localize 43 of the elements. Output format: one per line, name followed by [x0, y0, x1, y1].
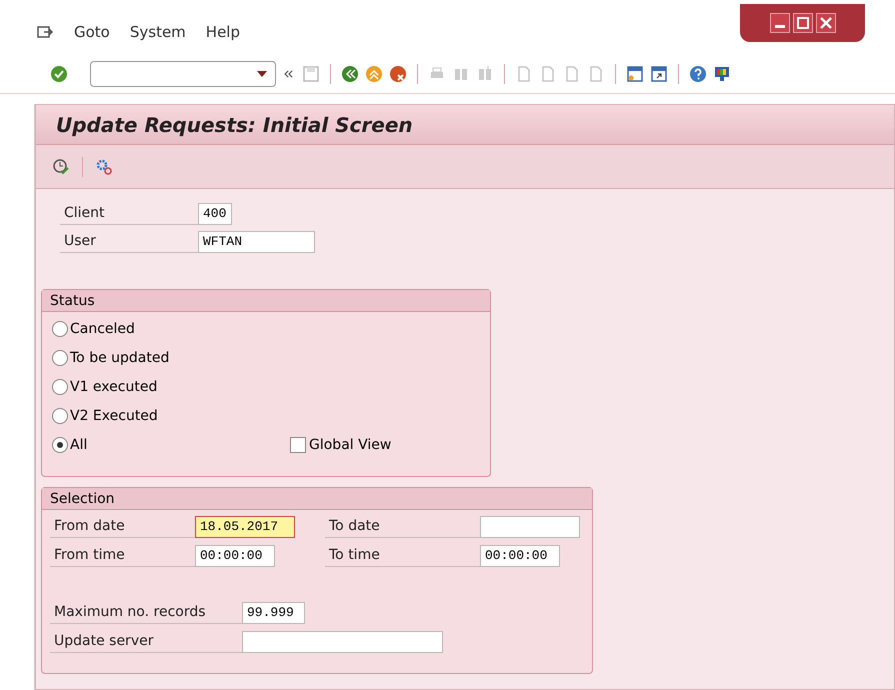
- checkbox-label: Global View: [309, 436, 392, 454]
- menu-item[interactable]: System: [130, 20, 186, 44]
- radio-button[interactable]: [52, 350, 68, 366]
- menu-item[interactable]: Goto: [74, 20, 110, 44]
- radio-label: All: [70, 436, 88, 454]
- minimize-icon[interactable]: [770, 13, 790, 33]
- radio-label: V1 executed: [70, 378, 158, 396]
- input-field[interactable]: 00:00:00: [480, 545, 560, 567]
- input-field[interactable]: [480, 516, 580, 538]
- help-icon[interactable]: [689, 64, 707, 82]
- shortcut-icon[interactable]: [650, 64, 668, 82]
- back-icon[interactable]: [341, 64, 359, 82]
- close-icon[interactable]: [816, 13, 836, 33]
- group-title: Status: [42, 290, 490, 312]
- radio-button[interactable]: [52, 408, 68, 424]
- monitor-icon[interactable]: [713, 64, 731, 82]
- field-label: Update server: [50, 629, 242, 653]
- menu-item[interactable]: Help: [206, 20, 240, 44]
- screen-title: Update Requests: Initial Screen: [56, 112, 413, 138]
- input-field[interactable]: 400: [198, 203, 232, 225]
- input-field[interactable]: 99.999: [242, 602, 305, 624]
- checkbox[interactable]: [290, 437, 306, 453]
- radio-button[interactable]: [52, 321, 68, 337]
- command-field[interactable]: [90, 60, 276, 86]
- field-label: Maximum no. records: [50, 600, 242, 624]
- input-field[interactable]: 18.05.2017: [195, 516, 295, 538]
- input-field[interactable]: WFTAN: [198, 231, 315, 253]
- new-window-icon[interactable]: [626, 64, 644, 82]
- exit-icon[interactable]: [365, 64, 383, 82]
- input-field[interactable]: [242, 631, 443, 653]
- input-field[interactable]: 00:00:00: [195, 545, 275, 567]
- radio-label: V2 Executed: [70, 406, 159, 426]
- radio-label: To be updated: [70, 348, 170, 368]
- group-title: Selection: [42, 488, 592, 510]
- save-icon[interactable]: [302, 64, 320, 82]
- radio-button[interactable]: [52, 379, 68, 395]
- dropdown-icon: [257, 70, 267, 76]
- radio-label: Canceled: [70, 320, 136, 338]
- maximize-icon[interactable]: [792, 13, 812, 33]
- check-icon[interactable]: [50, 64, 68, 82]
- cancel-icon[interactable]: [389, 64, 407, 82]
- radio-button[interactable]: [52, 437, 68, 453]
- clock-check-icon[interactable]: [52, 158, 70, 176]
